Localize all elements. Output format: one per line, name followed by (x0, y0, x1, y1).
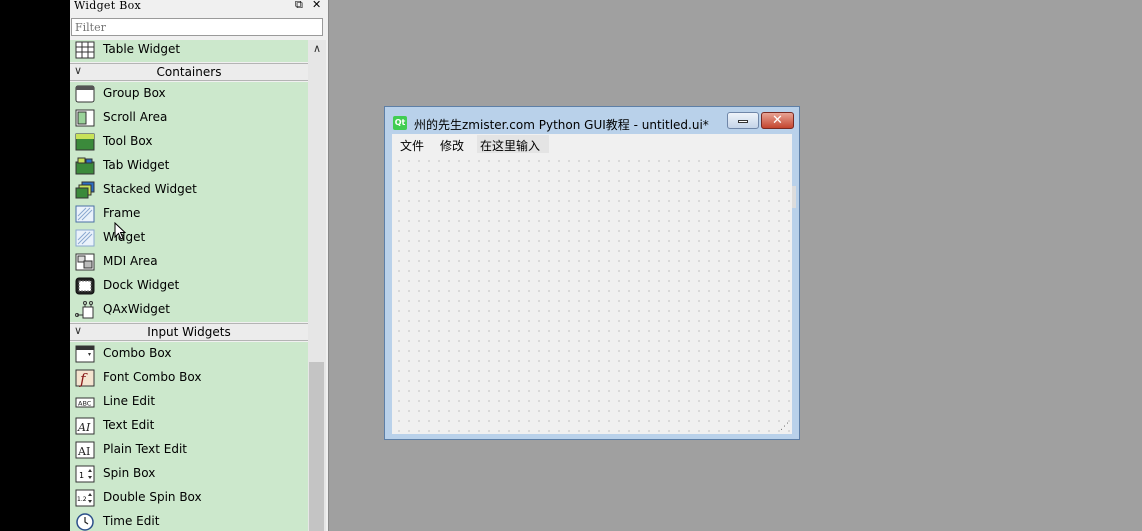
list-item-label: Stacked Widget (103, 182, 197, 196)
widget-box-titlebar: Widget Box ⧉ ✕ (70, 0, 328, 14)
list-item-group-box[interactable]: Group Box (70, 82, 308, 106)
category-input-widgets[interactable]: ∨ Input Widgets (70, 323, 308, 341)
svg-text:1.2: 1.2 (77, 496, 87, 503)
list-item-dock-widget[interactable]: Dock Widget (70, 274, 308, 298)
qaxwidget-icon (75, 301, 94, 319)
scrollbar-thumb[interactable] (309, 362, 324, 531)
category-label: Containers (156, 65, 222, 79)
svg-text:ABC: ABC (78, 400, 92, 408)
list-item-mdi-area[interactable]: MDI Area (70, 250, 308, 274)
frame-icon (75, 205, 95, 223)
svg-text:AI: AI (77, 445, 90, 458)
chevron-up-icon[interactable]: ∧ (308, 40, 326, 58)
list-item-label: MDI Area (103, 254, 158, 268)
form-canvas[interactable]: 文件 修改 在这里输入 ⋰ (392, 134, 796, 434)
list-item-label: Scroll Area (103, 110, 168, 124)
list-item-label: Combo Box (103, 346, 172, 360)
spin-box-icon: 1 (75, 465, 95, 483)
tool-box-icon (75, 133, 95, 151)
list-item-label: Tab Widget (103, 158, 170, 172)
list-item-label: Frame (103, 206, 141, 220)
list-item-label: Group Box (103, 86, 166, 100)
minimize-icon (738, 120, 748, 123)
list-item-tab-widget[interactable]: Tab Widget (70, 154, 308, 178)
list-item-label: Text Edit (103, 418, 155, 432)
filter-input[interactable] (71, 18, 323, 36)
menu-edit[interactable]: 修改 (440, 137, 464, 154)
list-item-spin-box[interactable]: 1 Spin Box (70, 462, 308, 486)
minimize-button[interactable] (727, 112, 759, 129)
list-item-stacked-widget[interactable]: Stacked Widget (70, 178, 308, 202)
tab-widget-icon (75, 157, 95, 175)
resize-edge[interactable] (792, 186, 796, 208)
svg-text:1: 1 (79, 471, 84, 480)
list-item-time-edit[interactable]: Time Edit (70, 510, 308, 531)
combo-box-icon (75, 345, 95, 363)
time-edit-icon (76, 513, 94, 531)
list-item-label: Spin Box (103, 466, 156, 480)
svg-text:AI: AI (77, 421, 91, 434)
mdi-area-icon (75, 253, 95, 271)
close-icon: ✕ (772, 113, 783, 128)
size-grip-icon[interactable]: ⋰ (780, 422, 789, 432)
widget-icon (75, 229, 95, 247)
form-preview-window[interactable]: Qt 州的先生zmister.com Python GUI教程 - untitl… (384, 106, 800, 440)
widget-list-scrollbar[interactable]: ∧ (308, 40, 326, 531)
widget-box-title: Widget Box (74, 0, 142, 12)
table-widget-icon (75, 41, 95, 59)
text-edit-icon: AI (75, 417, 95, 435)
category-label: Input Widgets (147, 325, 231, 339)
menu-bar: 文件 修改 在这里输入 (392, 134, 792, 154)
line-edit-icon: ABC (75, 397, 95, 408)
list-item-table-widget[interactable]: Table Widget (70, 40, 308, 62)
scroll-area-icon (75, 109, 95, 127)
stacked-widget-icon (75, 181, 95, 199)
plain-text-edit-icon: AI (75, 441, 95, 459)
float-window-icon[interactable]: ⧉ (295, 0, 303, 12)
list-item-tool-box[interactable]: Tool Box (70, 130, 308, 154)
category-containers[interactable]: ∨ Containers (70, 63, 308, 81)
list-item-widget[interactable]: Widget (70, 226, 308, 250)
list-item-label: Double Spin Box (103, 490, 202, 504)
list-item-plain-text-edit[interactable]: AI Plain Text Edit (70, 438, 308, 462)
widget-list: Table Widget ∨ Containers Group Box Scro… (70, 40, 308, 531)
close-button[interactable]: ✕ (761, 112, 794, 129)
double-spin-box-icon: 1.2 (75, 489, 95, 507)
list-item-label: Dock Widget (103, 278, 180, 292)
list-item-label: Time Edit (103, 514, 160, 528)
list-item-label: Table Widget (103, 42, 181, 56)
list-item-text-edit[interactable]: AI Text Edit (70, 414, 308, 438)
window-title: 州的先生zmister.com Python GUI教程 - untitled.… (414, 118, 709, 132)
left-dark-area (0, 0, 70, 531)
list-item-label: Plain Text Edit (103, 442, 187, 456)
list-item-qaxwidget[interactable]: QAxWidget (70, 298, 308, 322)
dock-widget-icon (75, 277, 95, 295)
list-item-label: Line Edit (103, 394, 156, 408)
close-icon[interactable]: ✕ (312, 0, 321, 11)
qt-icon: Qt (393, 116, 407, 130)
menu-type-here[interactable]: 在这里输入 (480, 137, 540, 154)
list-item-scroll-area[interactable]: Scroll Area (70, 106, 308, 130)
list-item-label: Tool Box (103, 134, 153, 148)
group-box-icon (75, 85, 95, 103)
list-item-frame[interactable]: Frame (70, 202, 308, 226)
font-combo-box-icon: f (75, 369, 95, 387)
list-item-label: QAxWidget (103, 302, 171, 316)
mouse-cursor-icon (114, 222, 127, 240)
list-item-line-edit[interactable]: ABC Line Edit (70, 390, 308, 414)
list-item-double-spin-box[interactable]: 1.2 Double Spin Box (70, 486, 308, 510)
menu-file[interactable]: 文件 (400, 137, 424, 154)
list-item-label: Font Combo Box (103, 370, 202, 384)
list-item-font-combo-box[interactable]: f Font Combo Box (70, 366, 308, 390)
list-item-combo-box[interactable]: Combo Box (70, 342, 308, 366)
widget-box-panel: Widget Box ⧉ ✕ Table Widget ∨ Containers… (70, 0, 329, 531)
